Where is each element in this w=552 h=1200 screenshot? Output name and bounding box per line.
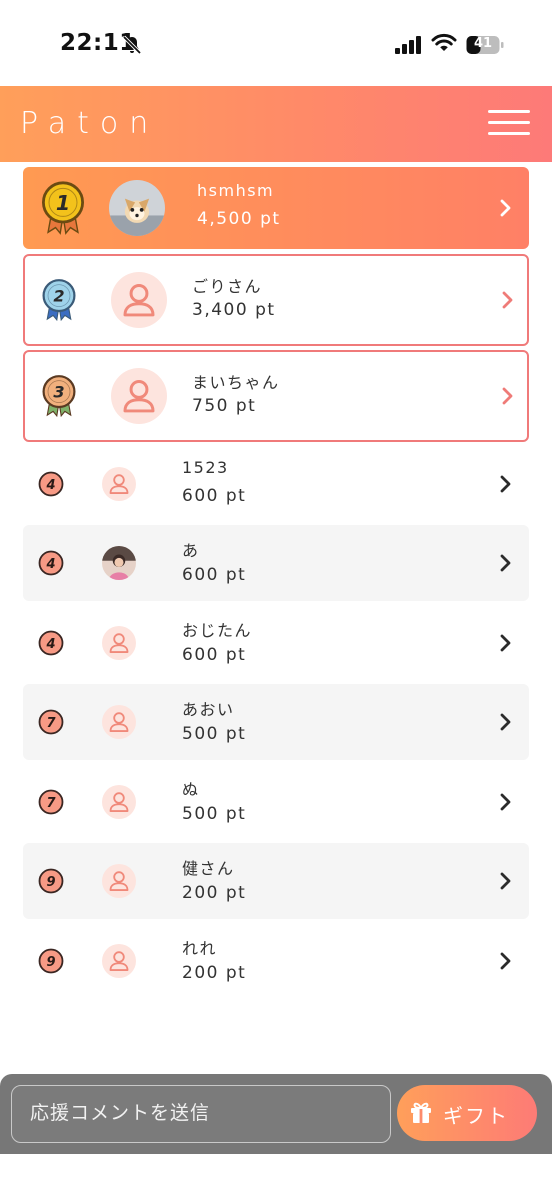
user-avatar [109, 180, 165, 236]
ranking-row[interactable]: 4 あ 600 pt [23, 525, 529, 601]
rank-4-medal-icon: 4 [38, 550, 64, 580]
user-points: 500 pt [182, 804, 247, 824]
user-points: 600 pt [182, 486, 247, 506]
svg-text:9: 9 [46, 875, 55, 890]
user-avatar [111, 368, 167, 424]
ranking-row[interactable]: 4 おじたん 600 pt [23, 605, 529, 681]
svg-text:2: 2 [53, 286, 64, 305]
svg-text:4: 4 [45, 478, 55, 493]
user-name: あ [182, 541, 200, 560]
user-avatar [102, 785, 136, 819]
svg-text:9: 9 [46, 955, 55, 970]
chevron-right-icon[interactable] [499, 951, 513, 971]
chevron-right-icon[interactable] [499, 792, 513, 812]
user-points: 200 pt [182, 883, 247, 903]
hamburger-icon[interactable] [488, 110, 530, 136]
user-points: 600 pt [182, 645, 247, 665]
rank-7-medal-icon: 7 [38, 789, 64, 819]
app-header: Paton [0, 86, 552, 162]
user-avatar [102, 467, 136, 501]
svg-text:7: 7 [46, 796, 56, 811]
svg-text:1: 1 [56, 191, 70, 215]
ranking-row[interactable]: 7 ぬ 500 pt [23, 764, 529, 840]
user-avatar [102, 944, 136, 978]
rank-3-medal-icon: 3 [40, 374, 78, 422]
svg-text:3: 3 [53, 382, 64, 401]
signal-icon [395, 36, 421, 54]
comment-input[interactable]: 応援コメントを送信 [11, 1085, 391, 1143]
svg-text:4: 4 [45, 557, 55, 572]
ranking-row[interactable]: 9 れれ 200 pt [23, 923, 529, 999]
chevron-right-icon[interactable] [499, 198, 513, 218]
comment-bar: 応援コメントを送信 ギフト [0, 1074, 552, 1154]
user-name: 健さん [182, 859, 235, 878]
user-name: れれ [182, 939, 218, 958]
user-points: 750 pt [192, 396, 257, 416]
chevron-right-icon[interactable] [501, 290, 515, 310]
ranking-row[interactable]: 2 ごりさん 3,400 pt [23, 254, 529, 346]
gift-label: ギフト [443, 1104, 509, 1128]
user-avatar [102, 546, 136, 580]
user-points: 3,400 pt [192, 300, 276, 320]
chevron-right-icon[interactable] [499, 871, 513, 891]
status-bar: 22:11 41 [0, 0, 552, 86]
bell-off-icon [122, 35, 142, 55]
user-name: hsmhsm [197, 181, 275, 200]
rank-2-medal-icon: 2 [40, 278, 78, 326]
app-logo[interactable]: Paton [20, 106, 159, 141]
user-name: あおい [182, 700, 235, 719]
user-name: おじたん [182, 621, 253, 640]
gift-icon [411, 1102, 431, 1123]
home-indicator-area [0, 1154, 552, 1200]
user-name: ぬ [182, 780, 200, 799]
user-name: まいちゃん [192, 373, 280, 392]
svg-text:4: 4 [45, 637, 55, 652]
chevron-right-icon[interactable] [499, 712, 513, 732]
user-avatar [111, 272, 167, 328]
rank-4-medal-icon: 4 [38, 471, 64, 501]
chevron-right-icon[interactable] [499, 553, 513, 573]
rank-7-medal-icon: 7 [38, 709, 64, 739]
rank-9-medal-icon: 9 [38, 868, 64, 898]
user-avatar [102, 864, 136, 898]
user-name: 1523 [182, 458, 229, 477]
ranking-row[interactable]: 1 hsmhsm 4,500 pt [23, 167, 529, 249]
user-name: ごりさん [192, 277, 263, 296]
user-points: 200 pt [182, 963, 247, 983]
wifi-icon [431, 33, 457, 51]
svg-text:7: 7 [46, 716, 56, 731]
ranking-row[interactable]: 7 あおい 500 pt [23, 684, 529, 760]
battery-level: 41 [473, 36, 493, 51]
chevron-right-icon[interactable] [499, 474, 513, 494]
user-points: 600 pt [182, 565, 247, 585]
user-points: 4,500 pt [197, 209, 281, 229]
ranking-row[interactable]: 4 1523 600 pt [23, 446, 529, 522]
rank-4-medal-icon: 4 [38, 630, 64, 660]
rank-9-medal-icon: 9 [38, 948, 64, 978]
user-avatar [102, 626, 136, 660]
chevron-right-icon[interactable] [499, 633, 513, 653]
rank-1-medal-icon: 1 [39, 180, 87, 240]
user-avatar [102, 705, 136, 739]
gift-button[interactable]: ギフト [397, 1085, 537, 1141]
user-points: 500 pt [182, 724, 247, 744]
ranking-row[interactable]: 9 健さん 200 pt [23, 843, 529, 919]
ranking-row[interactable]: 3 まいちゃん 750 pt [23, 350, 529, 442]
chevron-right-icon[interactable] [501, 386, 515, 406]
